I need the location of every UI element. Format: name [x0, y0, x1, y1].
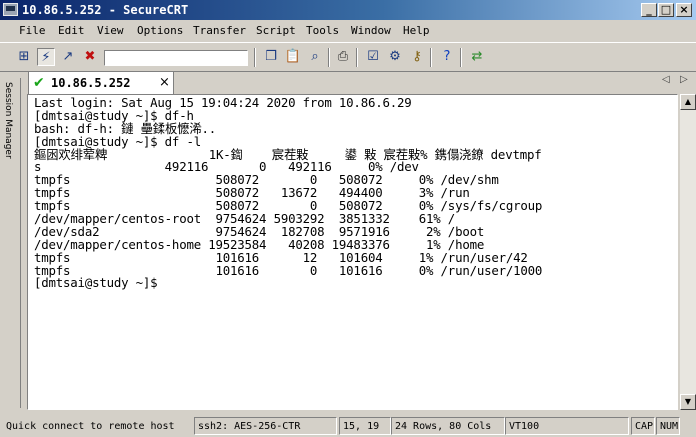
menu-bar: File Edit View Options Transfer Script T… — [0, 20, 696, 42]
toolbar-separator — [356, 48, 358, 67]
menu-help[interactable]: Help — [403, 20, 430, 42]
session-tab[interactable]: ✔ 10.86.5.252 × — [28, 71, 174, 94]
maximize-button[interactable]: □ — [658, 3, 674, 17]
session-manager-label: Session Manager — [3, 82, 13, 159]
status-terminal-size: 24 Rows, 80 Cols — [391, 417, 505, 435]
print-icon[interactable]: ⎙ — [334, 48, 352, 66]
session-manager-pane[interactable]: Session Manager — [0, 78, 21, 408]
sftp-icon[interactable]: ⇄ — [468, 48, 486, 66]
scroll-up-icon[interactable]: ▲ — [680, 94, 696, 110]
minimize-button[interactable]: _ — [641, 3, 657, 17]
menu-tools[interactable]: Tools — [306, 20, 339, 42]
connected-check-icon: ✔ — [33, 75, 45, 91]
menu-script[interactable]: Script — [256, 20, 296, 42]
toolbar-separator — [460, 48, 462, 67]
status-bar: Quick connect to remote host ssh2: AES-2… — [0, 415, 696, 437]
status-emulation: VT100 — [505, 417, 629, 435]
menu-options[interactable]: Options — [137, 20, 183, 42]
session-options-icon[interactable]: ☑ — [364, 48, 382, 66]
menu-file[interactable]: File — [19, 20, 46, 42]
window-title: 10.86.5.252 - SecureCRT — [22, 3, 189, 17]
title-bar: 10.86.5.252 - SecureCRT _ □ × — [0, 0, 696, 20]
help-icon[interactable]: ? — [438, 48, 456, 66]
menu-window[interactable]: Window — [351, 20, 391, 42]
terminal-screen[interactable]: Last login: Sat Aug 15 19:04:24 2020 fro… — [27, 94, 678, 410]
disconnect-icon[interactable]: ✖ — [81, 48, 99, 66]
terminal-line: [dmtsai@study ~]$ — [34, 275, 158, 291]
tab-scroll-left-icon[interactable]: ◁ — [662, 74, 670, 85]
close-tab-icon[interactable]: × — [159, 72, 170, 94]
status-message: Quick connect to remote host — [6, 421, 175, 432]
close-button[interactable]: × — [676, 3, 692, 17]
toolbar-separator — [254, 48, 256, 67]
session-tab-strip: ✔ 10.86.5.252 × ◁ ▷ — [22, 70, 696, 94]
scroll-down-icon[interactable]: ▼ — [680, 394, 696, 410]
toolbar-separator — [328, 48, 330, 67]
status-num-lock: NUM — [656, 417, 680, 435]
menu-transfer[interactable]: Transfer — [193, 20, 246, 42]
host-input[interactable] — [104, 50, 248, 66]
global-options-icon[interactable]: ⚙ — [386, 48, 404, 66]
toolbar-separator — [430, 48, 432, 67]
terminal-output: Last login: Sat Aug 15 19:04:24 2020 fro… — [34, 96, 542, 291]
find-icon[interactable]: ⌕ — [306, 48, 324, 66]
terminal-scrollbar[interactable]: ▲ ▼ — [680, 94, 696, 410]
status-protocol: ssh2: AES-256-CTR — [194, 417, 337, 435]
connect-icon[interactable]: ⊞ — [15, 48, 33, 66]
status-cursor-position: 15, 19 — [339, 417, 391, 435]
connect-tab-icon[interactable]: ↗ — [59, 48, 77, 66]
securecrt-app-icon[interactable] — [3, 3, 18, 16]
menu-view[interactable]: View — [97, 20, 124, 42]
session-tab-label: 10.86.5.252 — [51, 76, 131, 90]
toolbar: ⊞ ⚡ ↗ ✖ ❐ 📋 ⌕ ⎙ ☑ ⚙ ⚷ ? ⇄ — [0, 42, 696, 72]
tab-scroll-right-icon[interactable]: ▷ — [680, 74, 688, 85]
copy-icon[interactable]: ❐ — [262, 48, 280, 66]
quick-connect-icon[interactable]: ⚡ — [37, 48, 55, 66]
menu-edit[interactable]: Edit — [58, 20, 85, 42]
status-caps-lock: CAP — [631, 417, 655, 435]
keymap-icon[interactable]: ⚷ — [408, 48, 426, 66]
paste-icon[interactable]: 📋 — [284, 48, 302, 66]
